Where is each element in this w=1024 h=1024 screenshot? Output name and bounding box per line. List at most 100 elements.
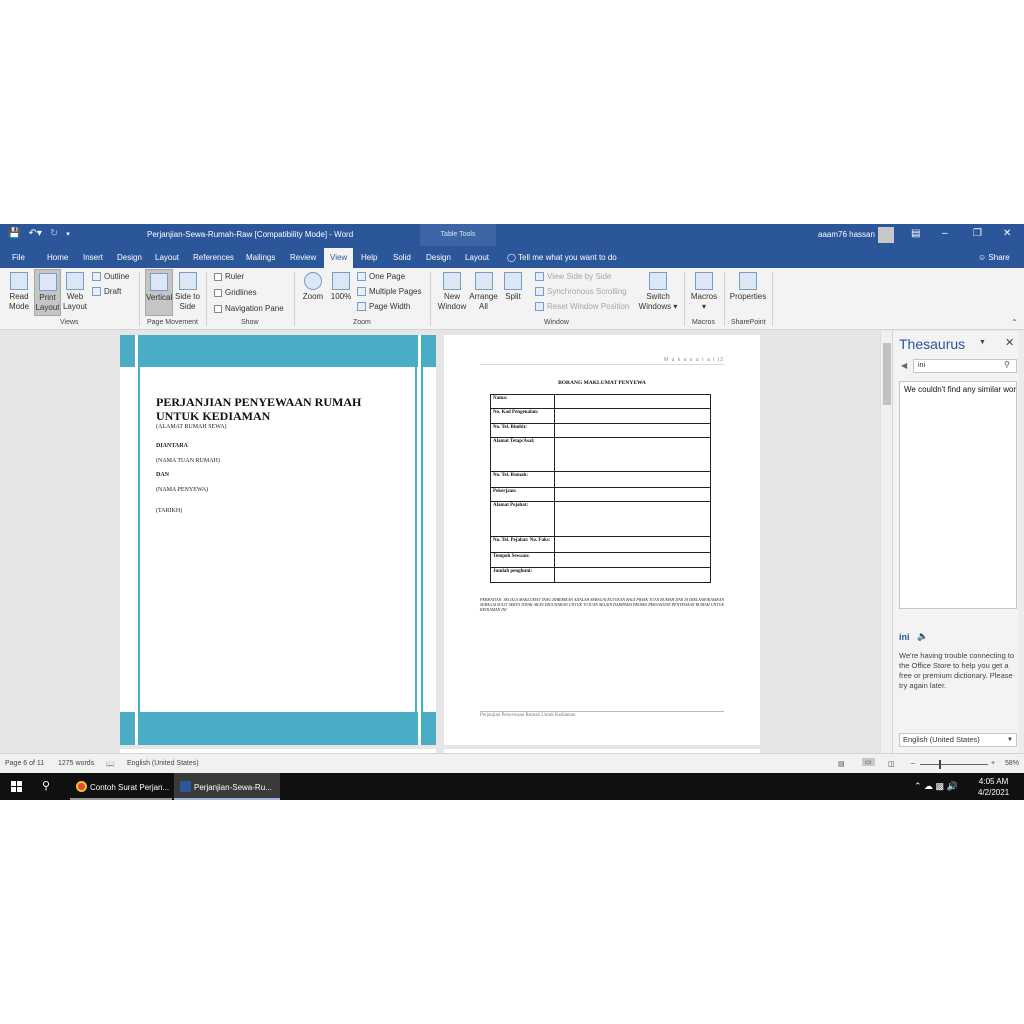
switch-windows-button[interactable]: Switch Windows ▾ — [638, 272, 678, 312]
tab-help[interactable]: Help — [361, 253, 377, 262]
tab-view[interactable]: View — [324, 248, 354, 268]
arrange-all-button[interactable]: Arrange All — [468, 272, 499, 312]
status-language[interactable]: English (United States) — [127, 760, 199, 767]
table-cell[interactable] — [554, 423, 711, 438]
proofing-icon[interactable]: 📖 — [106, 760, 115, 768]
zoom-out-icon[interactable]: – — [911, 760, 915, 767]
taskbar-chrome-item[interactable]: Contoh Surat Perjan... — [70, 773, 172, 800]
table-cell[interactable]: Tempoh Sewaan: — [490, 552, 555, 568]
restore-icon[interactable]: ❐ — [973, 228, 982, 239]
table-cell[interactable]: Jumlah penghuni: — [490, 567, 555, 583]
close-pane-icon[interactable]: ✕ — [1005, 336, 1014, 349]
zoom-100-button[interactable]: 100% — [328, 272, 354, 302]
vertical-button[interactable]: Vertical — [145, 269, 173, 316]
undo-icon[interactable]: ↶▾ — [28, 228, 41, 239]
zoom-slider[interactable] — [920, 764, 988, 765]
table-cell[interactable] — [554, 437, 711, 472]
system-tray[interactable]: ⌃ ☁ ▩ 🔊 — [914, 781, 958, 792]
table-cell[interactable]: Alamat Tetap/Asal: — [490, 437, 555, 472]
tab-design[interactable]: Design — [117, 253, 142, 262]
tab-file[interactable]: File — [12, 253, 25, 262]
tab-insert[interactable]: Insert — [83, 253, 103, 262]
tab-solid[interactable]: Solid — [393, 253, 411, 262]
tab-layout[interactable]: Layout — [155, 253, 179, 262]
taskbar-word-item[interactable]: Perjanjian-Sewa-Ru... — [174, 773, 280, 800]
table-cell[interactable]: No. Tel. Pejabat: No. Faks: — [490, 536, 555, 553]
redo-icon[interactable]: ↻ — [50, 228, 58, 239]
avatar[interactable] — [878, 227, 894, 243]
table-cell[interactable] — [554, 501, 711, 537]
speaker-icon[interactable]: 🔈 — [917, 631, 928, 642]
pane-options-icon[interactable]: ▼ — [979, 339, 986, 346]
tab-table-design[interactable]: Design — [426, 253, 451, 262]
table-cell[interactable] — [554, 552, 711, 568]
view-side-by-side-button[interactable]: View Side by Side — [535, 272, 611, 281]
table-cell[interactable]: No. Tel. Rumah: — [490, 471, 555, 488]
page-width-button[interactable]: Page Width — [357, 302, 410, 311]
taskbar-clock[interactable]: 4:05 AM 4/2/2021 — [978, 776, 1009, 798]
language-dropdown[interactable]: English (United States) ▼ — [899, 733, 1017, 747]
table-cell[interactable]: Pekerjaan: — [490, 487, 555, 502]
page-count[interactable]: Page 6 of 11 — [5, 760, 44, 767]
properties-button[interactable]: Properties — [728, 272, 768, 302]
cover-page[interactable]: PERJANJIAN PENYEWAAN RUMAH UNTUK KEDIAMA… — [120, 335, 436, 745]
web-layout-button[interactable]: Web Layout — [62, 272, 88, 312]
print-layout-view-icon[interactable]: ▭ — [862, 758, 875, 766]
table-cell[interactable]: No. Tel. Bimbit: — [490, 423, 555, 438]
tab-table-layout[interactable]: Layout — [465, 253, 489, 262]
multiple-pages-button[interactable]: Multiple Pages — [357, 287, 421, 296]
draft-button[interactable]: Draft — [92, 287, 121, 296]
tab-home[interactable]: Home — [47, 253, 68, 262]
search-icon[interactable]: ⚲ — [1004, 360, 1010, 369]
macros-button[interactable]: Macros ▾ — [689, 272, 719, 312]
customize-qat-icon[interactable]: ▾ — [66, 230, 70, 238]
table-cell[interactable] — [554, 536, 711, 553]
back-icon[interactable]: ◀ — [901, 361, 907, 370]
zoom-level[interactable]: 58% — [1005, 760, 1019, 767]
table-cell[interactable]: No. Kad Pengenalan: — [490, 408, 555, 424]
zoom-slider-thumb[interactable] — [939, 760, 941, 769]
tab-mailings[interactable]: Mailings — [246, 253, 275, 262]
read-mode-button[interactable]: Read Mode — [4, 272, 34, 312]
split-button[interactable]: Split — [500, 272, 526, 302]
zoom-in-icon[interactable]: + — [991, 760, 995, 767]
table-cell[interactable] — [554, 567, 711, 583]
zoom-button[interactable]: Zoom — [300, 272, 326, 302]
tab-references[interactable]: References — [193, 253, 234, 262]
table-cell[interactable] — [554, 487, 711, 502]
one-page-button[interactable]: One Page — [357, 272, 405, 281]
tab-review[interactable]: Review — [290, 253, 316, 262]
windows-start-icon[interactable] — [11, 781, 22, 792]
share-button[interactable]: ☺ Share — [978, 253, 1010, 262]
word-count[interactable]: 1275 words — [58, 760, 94, 767]
table-cell[interactable]: Nama: — [490, 394, 555, 409]
gridlines-checkbox[interactable]: Gridlines — [214, 288, 257, 297]
table-cell[interactable]: Alamat Pejabat: — [490, 501, 555, 537]
ruler-checkbox[interactable]: Ruler — [214, 272, 244, 281]
table-cell[interactable] — [554, 408, 711, 424]
side-to-side-button[interactable]: Side to Side — [174, 272, 201, 312]
synchronous-scrolling-button[interactable]: Synchronous Scrolling — [535, 287, 627, 296]
form-page[interactable]: M u k a s u r a t |2 BORANG MAKLUMAT PEN… — [444, 335, 760, 745]
tenant-form-table[interactable]: Nama: No. Kad Pengenalan: No. Tel. Bimbi… — [490, 394, 711, 583]
reset-window-position-button[interactable]: Reset Window Position — [535, 302, 629, 311]
save-icon[interactable]: 💾 — [8, 228, 20, 239]
outline-button[interactable]: Outline — [92, 272, 129, 281]
pane-scrollbar[interactable] — [1018, 331, 1024, 753]
table-cell[interactable] — [554, 394, 711, 409]
ribbon-display-options-icon[interactable]: ▤ — [911, 228, 920, 239]
document-area[interactable]: PERJANJIAN PENYEWAAN RUMAH UNTUK KEDIAMA… — [0, 331, 892, 753]
web-layout-view-icon[interactable]: ◫ — [888, 760, 895, 768]
collapse-ribbon-icon[interactable]: ⌃ — [1011, 318, 1018, 327]
print-layout-button[interactable]: Print Layout — [34, 269, 61, 316]
search-icon[interactable]: ⚲ — [42, 779, 50, 792]
read-mode-view-icon[interactable]: ▤ — [838, 760, 845, 768]
minimize-icon[interactable]: – — [942, 228, 948, 239]
navigation-pane-checkbox[interactable]: Navigation Pane — [214, 304, 284, 313]
new-window-button[interactable]: New Window — [436, 272, 468, 312]
user-name[interactable]: aaam76 hassan — [818, 230, 875, 239]
thesaurus-search-input[interactable]: ini — [913, 359, 1017, 373]
scrollbar-thumb[interactable] — [883, 343, 891, 405]
tell-me-search[interactable]: ◯ Tell me what you want to do — [507, 253, 617, 262]
document-scrollbar[interactable] — [880, 331, 892, 753]
